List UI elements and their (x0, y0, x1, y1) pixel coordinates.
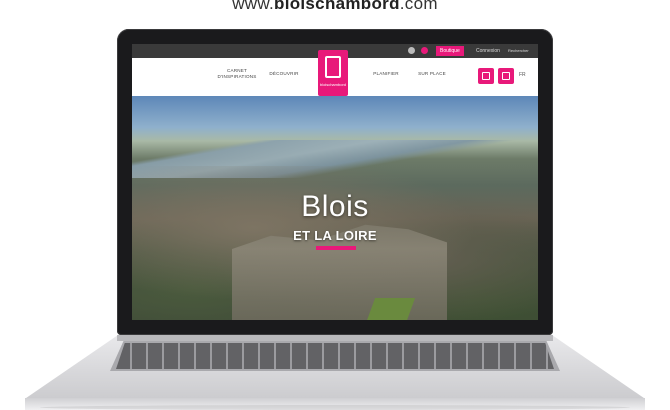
heart-icon[interactable] (421, 47, 428, 54)
site-logo[interactable]: bloischambord (318, 50, 348, 96)
edit-icon-button[interactable] (478, 68, 494, 84)
cart-icon-button[interactable] (498, 68, 514, 84)
website-url: www.bloischambord.com (232, 0, 438, 13)
laptop-shadow (40, 405, 630, 410)
logo-mark-icon (325, 56, 341, 78)
nav-item-inspirations[interactable]: CARNET D'INSPIRATIONS (212, 68, 262, 80)
logo-text: bloischambord (319, 82, 346, 87)
nav-item-plan[interactable]: PLANIFIER (366, 71, 406, 77)
hero-title: Blois (301, 190, 369, 223)
laptop-screen: Boutique Connexion Rechercher un séjour … (132, 44, 538, 320)
hero-underline (316, 246, 356, 250)
accessibility-icon[interactable] (408, 47, 415, 54)
hero-subtitle: ET LA LOIRE (293, 228, 377, 243)
nav-item-on-site[interactable]: SUR PLACE (412, 71, 452, 77)
login-button[interactable]: Connexion (472, 46, 504, 56)
language-selector[interactable]: FR (519, 72, 526, 78)
shop-button[interactable]: Boutique (436, 46, 464, 56)
search-stay-button[interactable]: Rechercher un séjour (504, 46, 538, 63)
laptop-hinge (117, 335, 553, 341)
nav-item-discover[interactable]: DÉCOUVRIR (264, 71, 304, 77)
keyboard-keys (116, 343, 554, 369)
